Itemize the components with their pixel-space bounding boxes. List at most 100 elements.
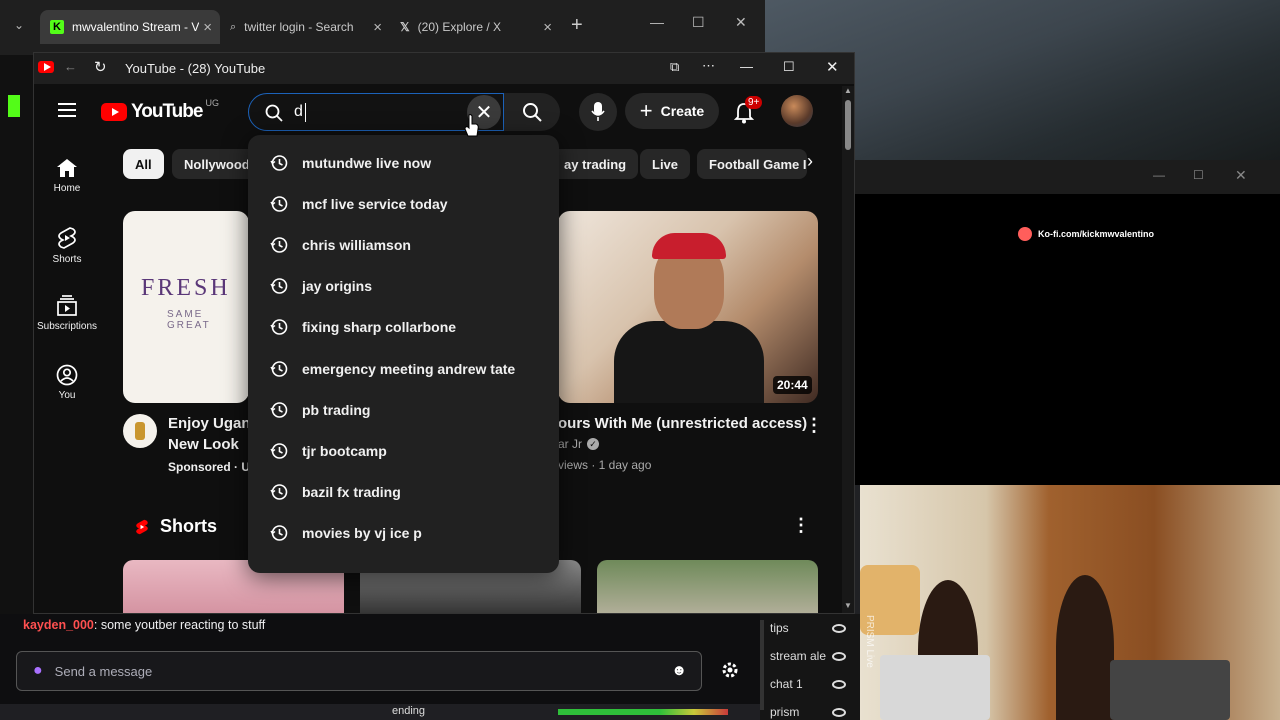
search-suggestion[interactable]: mutundwe live now	[248, 142, 559, 183]
minimize-icon[interactable]: —	[1153, 168, 1165, 182]
maximize-icon[interactable]: ☐	[783, 59, 795, 75]
short-thumbnail[interactable]	[597, 560, 818, 613]
close-window-icon[interactable]: ✕	[735, 14, 747, 31]
history-icon	[270, 484, 288, 500]
source-tips[interactable]: tips	[770, 621, 789, 635]
close-tab-icon[interactable]: ×	[373, 19, 382, 36]
minimize-icon[interactable]: —	[650, 14, 664, 30]
suggestion-text: bazil fx trading	[302, 484, 401, 501]
sidebar-item-home[interactable]: Home	[34, 157, 100, 194]
eye-icon[interactable]	[832, 624, 846, 633]
history-icon	[270, 525, 288, 542]
search-suggestion[interactable]: chris williamson	[248, 224, 559, 265]
kofi-link-text: Ko-fi.com/kickmwvalentino	[1038, 229, 1155, 239]
sidebar-item-subscriptions[interactable]: Subscriptions	[34, 295, 100, 332]
outer-tab-bar: ⌄ K mwvalentino Stream - V × ⌕ twitter l…	[0, 0, 765, 55]
suggestion-text: chris williamson	[302, 236, 411, 253]
search-suggestion[interactable]: tjr bootcamp	[248, 430, 559, 471]
search-suggestion[interactable]: jay origins	[248, 266, 559, 307]
create-button[interactable]: + Create	[625, 93, 719, 129]
thumb-figure-cap	[652, 233, 726, 259]
emoji-icon[interactable]: ☻	[671, 662, 687, 679]
search-icon: ⌕	[230, 20, 237, 33]
back-arrow-icon[interactable]: ←	[64, 59, 77, 74]
search-suggestion[interactable]: mcf live service today	[248, 183, 559, 224]
minimize-icon[interactable]: —	[740, 59, 753, 74]
microphone-icon	[591, 102, 605, 121]
scroll-up-icon[interactable]: ▲	[844, 86, 852, 95]
account-avatar[interactable]	[781, 95, 813, 127]
close-tab-icon[interactable]: ×	[203, 19, 212, 36]
channel-name[interactable]: ar Jr	[558, 437, 582, 451]
close-window-icon[interactable]: ✕	[826, 58, 839, 76]
chevron-right-icon[interactable]: ›	[807, 151, 813, 172]
source-stream-alerts[interactable]: stream ale	[770, 649, 826, 663]
tab-list-chevron-icon[interactable]: ⌄	[14, 18, 24, 32]
search-suggestion[interactable]: emergency meeting andrew tate	[248, 348, 559, 389]
more-options-icon[interactable]: ⋯	[702, 58, 715, 74]
sidebar-item-shorts[interactable]: Shorts	[34, 226, 100, 265]
shorts-icon	[58, 227, 76, 249]
tab-twitter-search[interactable]: ⌕ twitter login - Search ×	[220, 10, 390, 44]
stream-preview-window	[855, 160, 1280, 485]
sidebar-item-you[interactable]: You	[34, 364, 100, 401]
search-suggestion[interactable]: pb trading	[248, 389, 559, 430]
search-button[interactable]	[504, 93, 560, 131]
app-install-icon[interactable]: ⧉	[670, 59, 679, 75]
gear-icon[interactable]	[720, 660, 740, 680]
source-chat[interactable]: chat 1	[770, 677, 803, 691]
verified-check-icon: ✓	[587, 438, 599, 450]
youtube-logo[interactable]: YouTube UG	[101, 98, 219, 123]
tab-label: mwvalentino Stream - V	[72, 20, 200, 34]
search-suggestion[interactable]: bazil fx trading	[248, 472, 559, 513]
chip-football-game[interactable]: Football Game I	[697, 149, 807, 179]
video-thumbnail[interactable]	[558, 211, 818, 403]
source-prism[interactable]: prism	[770, 705, 799, 719]
suggestion-text: fixing sharp collarbone	[302, 319, 457, 336]
more-actions-icon[interactable]: ⋮	[805, 415, 823, 436]
channel-avatar[interactable]	[123, 414, 157, 448]
thumb-text: FRESH	[141, 275, 231, 301]
chip-day-trading[interactable]: ay trading	[552, 149, 639, 179]
video-title[interactable]: ours With Me (unrestricted access)	[558, 415, 807, 432]
youtube-play-icon	[101, 103, 127, 121]
history-icon	[270, 360, 288, 377]
menu-icon[interactable]	[58, 102, 78, 118]
microphone-icon[interactable]: ●	[33, 662, 43, 680]
video-title[interactable]: Enjoy Uganc	[168, 415, 259, 432]
eye-icon[interactable]	[832, 652, 846, 661]
bottle-icon	[135, 422, 145, 440]
tab-x-explore[interactable]: 𝕏 (20) Explore / X ×	[390, 10, 560, 44]
search-suggestion[interactable]: movies by vj ice p	[248, 513, 559, 554]
chat-input[interactable]: ● Send a message ☻	[16, 651, 702, 691]
more-actions-icon[interactable]: ⋮	[792, 515, 810, 536]
voice-search-button[interactable]	[579, 93, 617, 131]
notification-badge: 9+	[745, 96, 763, 109]
chat-username[interactable]: kayden_000	[23, 618, 94, 632]
chat-placeholder: Send a message	[54, 663, 153, 679]
scene-label[interactable]: ending	[392, 705, 425, 717]
video-title-line2[interactable]: New Look	[168, 436, 239, 453]
logo-text: YouTube	[131, 101, 203, 122]
laptop-right	[1110, 660, 1230, 720]
close-icon[interactable]: ✕	[1235, 167, 1247, 184]
chip-live[interactable]: Live	[640, 149, 691, 179]
maximize-icon[interactable]: ☐	[692, 14, 705, 31]
scrollbar-thumb[interactable]	[845, 100, 851, 150]
shorts-shelf-header: Shorts	[134, 516, 217, 537]
eye-icon[interactable]	[832, 680, 846, 689]
close-tab-icon[interactable]: ×	[543, 19, 552, 36]
chip-all[interactable]: All	[123, 149, 164, 179]
video-thumbnail[interactable]: FRESH SAME GREAT	[123, 211, 249, 403]
tab-kick-stream[interactable]: K mwvalentino Stream - V ×	[40, 10, 220, 44]
suggestion-text: jay origins	[302, 278, 373, 295]
eye-icon[interactable]	[832, 708, 846, 717]
scrollbar[interactable]: ▲ ▼	[842, 86, 854, 613]
sidebar-item-label: Subscriptions	[36, 321, 98, 332]
reload-icon[interactable]: ↻	[94, 58, 107, 76]
scroll-down-icon[interactable]: ▼	[844, 601, 852, 610]
person-right	[1056, 575, 1114, 720]
search-suggestion[interactable]: fixing sharp collarbone	[248, 307, 559, 348]
maximize-icon[interactable]: ☐	[1193, 168, 1204, 182]
new-tab-icon[interactable]: +	[571, 14, 583, 37]
